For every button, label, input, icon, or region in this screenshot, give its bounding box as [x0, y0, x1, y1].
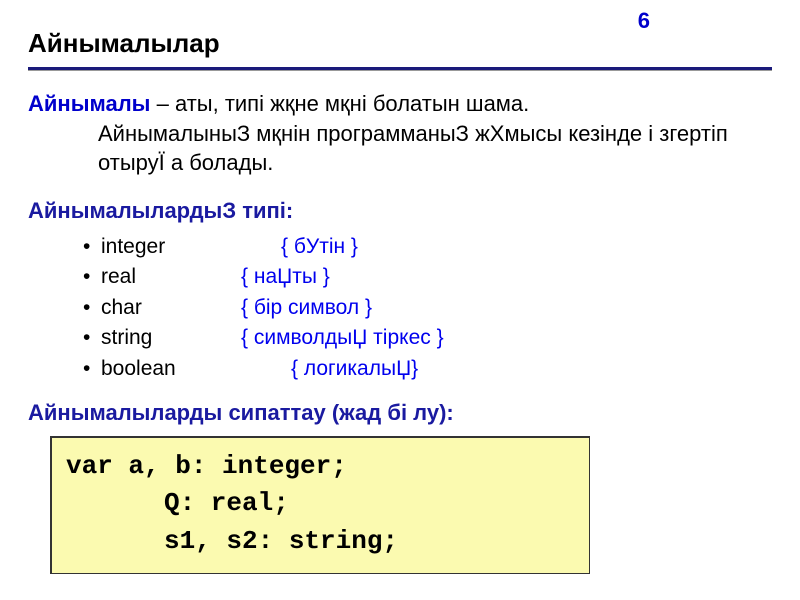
code-line-2: Q: real; — [66, 485, 575, 523]
type-name: integer — [101, 232, 281, 262]
type-name: real — [101, 262, 241, 292]
type-comment: { бір символ } — [241, 296, 372, 319]
type-comment: { символдыЏ тіркес } — [241, 326, 444, 349]
code-box: var a, b: integer; Q: real; s1, s2: stri… — [50, 436, 590, 574]
page-title: Айнымалылар — [28, 28, 772, 59]
list-item: integer{ бУтін } — [83, 232, 772, 262]
list-item: char{ бір символ } — [83, 293, 772, 323]
definition-line1: аты, типі жқне мқні болатын шама. — [175, 91, 529, 116]
types-heading: АйнымалылардыЗ типі: — [28, 196, 772, 226]
declare-heading: Айнымалыларды сипаттау (жад бі лу): — [28, 398, 772, 428]
type-comment: { наЏты } — [241, 265, 330, 288]
type-comment: { логикалыЏ} — [291, 357, 418, 380]
content: Айнымалы – аты, типі жқне мқні болатын ш… — [28, 71, 772, 574]
page-number: 6 — [638, 8, 650, 34]
slide: 6 Айнымалылар Айнымалы – аты, типі жқне … — [0, 0, 800, 600]
code-line-1: var a, b: integer; — [66, 451, 347, 481]
definition-dash: – — [150, 91, 174, 116]
list-item: real{ наЏты } — [83, 262, 772, 292]
code-line-3: s1, s2: string; — [66, 523, 575, 561]
list-item: boolean{ логикалыЏ} — [83, 354, 772, 384]
type-name: boolean — [101, 354, 291, 384]
types-list: integer{ бУтін } real{ наЏты } char{ бір… — [28, 232, 772, 384]
list-item: string{ символдыЏ тіркес } — [83, 323, 772, 353]
type-name: char — [101, 293, 241, 323]
type-comment: { бУтін } — [281, 235, 358, 258]
definition-continuation: АйнымалыныЗ мқнін программаныЗ жХмысы ке… — [28, 119, 772, 178]
definition-term: Айнымалы — [28, 91, 150, 116]
definition-block: Айнымалы – аты, типі жқне мқні болатын ш… — [28, 89, 772, 178]
type-name: string — [101, 323, 241, 353]
